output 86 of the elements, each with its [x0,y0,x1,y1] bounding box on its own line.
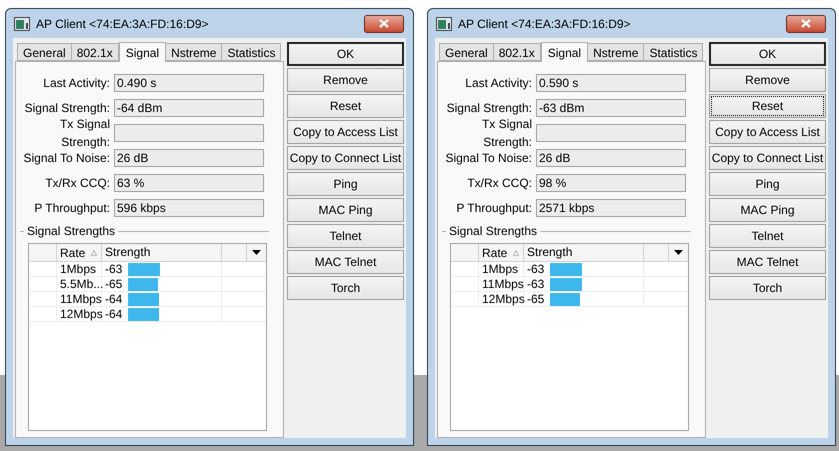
output-field: -63 dBm [536,98,686,116]
sort-icon [513,250,520,256]
dropdown-icon [252,250,261,255]
field-label: Last Activity: [42,74,111,92]
field-label: Signal To Noise: [22,150,111,166]
tab[interactable]: Nstreme [588,43,644,61]
field-label: P Throughput: [33,200,111,216]
dialog-button[interactable]: OK [709,42,826,66]
window-icon [14,16,30,30]
dialog-button[interactable]: Torch [709,276,826,300]
dialog-button[interactable]: MAC Ping [287,198,404,222]
tab[interactable]: General [439,43,494,61]
tab[interactable]: Signal [118,42,166,62]
table-cell: 12Mbps [479,292,524,306]
field-label: P Throughput: [455,200,533,216]
dialog-button[interactable]: Copy to Access List [287,120,404,144]
close-button[interactable] [786,14,826,32]
dialog-button[interactable]: Reset [287,94,404,118]
field-label: Tx/Rx CCQ: [44,174,111,192]
dialog-button[interactable]: Telnet [709,224,826,248]
table-cell-text: -65 [105,277,124,291]
group-title: Signal Strengths [27,223,116,240]
table-cell-text: -63 [527,277,546,291]
dialog-button[interactable]: MAC Telnet [709,250,826,274]
dialog-button[interactable]: Remove [709,68,826,92]
dialog-button[interactable]: Copy to Access List [709,120,826,144]
table-cell-text: -65 [527,292,546,306]
tab[interactable]: 802.1x [72,43,119,61]
table-cell-text: -63 [527,262,546,276]
field-label: Signal Strength: [24,100,111,116]
table-cell-text: -64 [105,307,124,321]
field-label: Tx Signal Strength: [480,116,533,150]
window-title: AP Client <74:EA:3A:FD:16:D9> [36,16,210,32]
table-cell: 12Mbps [57,307,102,321]
field-label: Signal Strength: [446,100,533,116]
dropdown-icon [674,250,683,255]
window-title: AP Client <74:EA:3A:FD:16:D9> [458,16,632,32]
table-cell: 11Mbps [479,277,524,291]
dialog-button[interactable]: Copy to Connect List [709,146,826,170]
group-title: Signal Strengths [449,223,538,240]
output-field: 596 kbps [114,198,264,216]
close-icon [379,19,389,28]
window-icon [436,16,452,30]
dialog-button[interactable]: Ping [709,172,826,196]
column-header[interactable]: Rate [479,244,524,261]
dialog-button[interactable]: Copy to Connect List [287,146,404,170]
field-label: Signal To Noise: [444,150,533,166]
dialog-button[interactable]: MAC Telnet [287,250,404,274]
column-header[interactable]: Strength [102,244,222,261]
tab[interactable]: Nstreme [166,43,222,61]
output-field: 2571 kbps [536,198,686,216]
output-field: 26 dB [536,148,686,166]
dialog-button[interactable]: OK [287,42,404,66]
dialog-button[interactable]: Torch [287,276,404,300]
output-field: 0.490 s [114,74,264,92]
close-icon [801,19,811,28]
field-label: Tx Signal Strength: [58,116,111,150]
header-label: Rate [482,244,508,262]
tab[interactable]: Statistics [644,43,704,61]
tab[interactable]: General [17,43,72,61]
table-cell: 1Mbps [479,262,524,276]
tab[interactable]: Statistics [222,43,282,61]
dialog-button[interactable]: Reset [709,94,826,118]
field-label: Last Activity: [464,74,533,92]
table-cell-text: -64 [105,292,124,306]
header-label: Rate [60,244,86,262]
table-cell: 11Mbps [57,292,102,306]
tab[interactable]: 802.1x [494,43,541,61]
output-field: 98 % [536,174,686,192]
dialog-button[interactable]: MAC Ping [709,198,826,222]
column-header[interactable]: Strength [524,244,644,261]
output-field: 0.590 s [536,74,686,92]
table-cell: 1Mbps [57,262,102,276]
table-cell: 5.5Mb... [57,277,102,291]
sort-icon [91,250,98,256]
table-cell-text: -63 [105,262,124,276]
close-button[interactable] [364,14,404,32]
dialog-button[interactable]: Telnet [287,224,404,248]
dialog-button[interactable]: Remove [287,68,404,92]
field-label: Tx/Rx CCQ: [466,174,533,192]
column-header[interactable]: Rate [57,244,102,261]
dialog-button[interactable]: Ping [287,172,404,196]
output-field: 63 % [114,174,264,192]
output-field: -64 dBm [114,98,264,116]
output-field: 26 dB [114,148,264,166]
tab[interactable]: Signal [540,42,588,62]
